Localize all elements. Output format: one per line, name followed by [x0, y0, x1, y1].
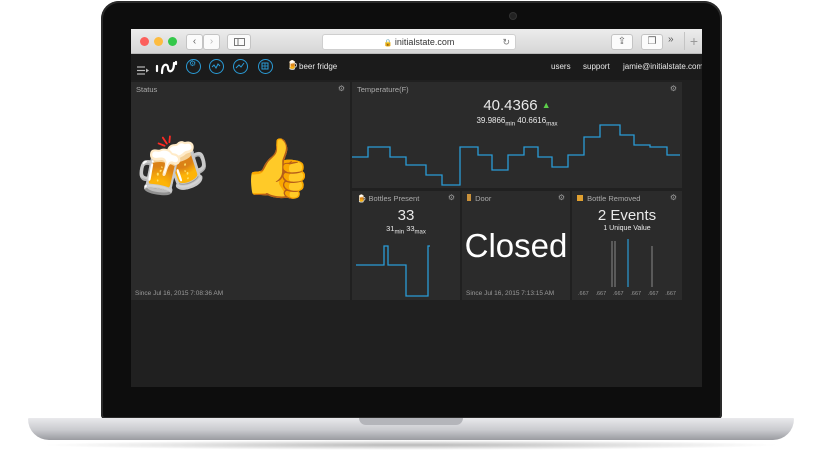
users-link[interactable]: users: [551, 62, 571, 71]
door-tile-title: Door: [467, 194, 491, 203]
app-navbar: ⚙ 🍺 beer fridge users support jamie@init…: [131, 54, 702, 80]
waves-icon: [211, 63, 221, 69]
browser-chrome: ‹ › 🔒 initialstate.com ↻ ⇪ ❐ » +: [131, 29, 702, 54]
beer-mugs-emoji: 🍻: [135, 134, 210, 201]
door-icon: [467, 194, 471, 201]
bottle-removed-tile[interactable]: Bottle Removed ⚙ 2 Events 1 Unique Value…: [572, 191, 682, 300]
laptop-shadow: [40, 440, 782, 450]
tick-label: .667: [578, 291, 589, 297]
screen: ‹ › 🔒 initialstate.com ↻ ⇪ ❐ » + ⚙ 🍺 bee…: [131, 29, 702, 387]
bucket-name[interactable]: beer fridge: [299, 62, 337, 71]
temperature-tile[interactable]: Temperature(F) ⚙ 40.4366 ▲ 39.9866min 40…: [352, 82, 682, 188]
door-tile[interactable]: Door ⚙ Closed Since Jul 16, 2015 7:13:15…: [462, 191, 570, 300]
tick-label: .667: [630, 291, 642, 297]
chevron-left-icon: ‹: [192, 36, 197, 47]
tick-label: .667: [612, 291, 624, 297]
tabs-icon: ❐: [647, 36, 657, 47]
share-button[interactable]: ⇪: [611, 34, 633, 50]
sidebar-button[interactable]: [227, 34, 251, 50]
tick-label: .667: [647, 291, 659, 297]
door-state-value: Closed: [464, 227, 568, 264]
status-since-text: Since Jul 16, 2015 7:08:36 AM: [135, 290, 224, 297]
more-chevron-icon[interactable]: »: [668, 34, 674, 45]
bottles-present-sparkline: [356, 245, 430, 297]
laptop-notch: [359, 418, 463, 425]
line-chart-icon: [235, 62, 245, 69]
tick-label: .667: [665, 291, 676, 297]
sidebar-icon: [233, 38, 245, 46]
tick-label: .667: [595, 291, 607, 297]
camera: [510, 13, 516, 19]
bottle-removed-ticks: .667 .667 .667 .667 .667 .667: [578, 291, 676, 297]
bucket-beer-icon: 🍺: [287, 60, 299, 70]
gear-icon[interactable]: ⚙: [558, 193, 565, 202]
settings-circle-button[interactable]: ⚙: [186, 59, 201, 74]
share-icon: ⇪: [617, 36, 627, 47]
tabs-button[interactable]: ❐: [641, 34, 663, 50]
bottle-removed-event-chart: [611, 239, 653, 287]
support-link[interactable]: support: [583, 62, 610, 71]
door-title-text: Door: [475, 194, 492, 203]
lock-icon: 🔒: [383, 40, 393, 47]
thumbs-up-emoji: 👍: [241, 136, 314, 201]
tiles-view-button[interactable]: [258, 59, 273, 74]
address-text: initialstate.com: [394, 37, 455, 47]
bottles-present-tile[interactable]: 🍺 Bottles Present ⚙ 33 31min 33max: [352, 191, 460, 300]
door-since-text: Since Jul 16, 2015 7:13:15 AM: [466, 290, 555, 297]
zoom-window-button[interactable]: [168, 37, 177, 46]
status-tile[interactable]: Status ⚙ 🍻 👍 Since Jul 16, 2015 7:08:36 …: [131, 82, 350, 300]
lines-view-button[interactable]: [233, 59, 248, 74]
address-bar[interactable]: 🔒 initialstate.com ↻: [322, 34, 516, 50]
close-window-button[interactable]: [140, 37, 149, 46]
forward-button[interactable]: ›: [203, 34, 220, 50]
back-button[interactable]: ‹: [186, 34, 203, 50]
temperature-sparkline: [352, 124, 680, 186]
initial-state-logo-icon[interactable]: [155, 59, 179, 80]
minimize-window-button[interactable]: [154, 37, 163, 46]
gear-icon[interactable]: ⚙: [338, 84, 345, 93]
gear-circle-icon: ⚙: [189, 59, 197, 68]
reload-icon[interactable]: ↻: [502, 35, 510, 49]
waves-view-button[interactable]: [209, 59, 224, 74]
status-tile-title: Status: [136, 85, 158, 94]
chevron-right-icon: ›: [209, 36, 214, 47]
tiles-icon: [261, 62, 269, 70]
account-email-link[interactable]: jamie@initialstate.com: [623, 62, 702, 71]
menu-toggle-icon[interactable]: [137, 62, 149, 80]
new-tab-button[interactable]: +: [684, 32, 702, 50]
